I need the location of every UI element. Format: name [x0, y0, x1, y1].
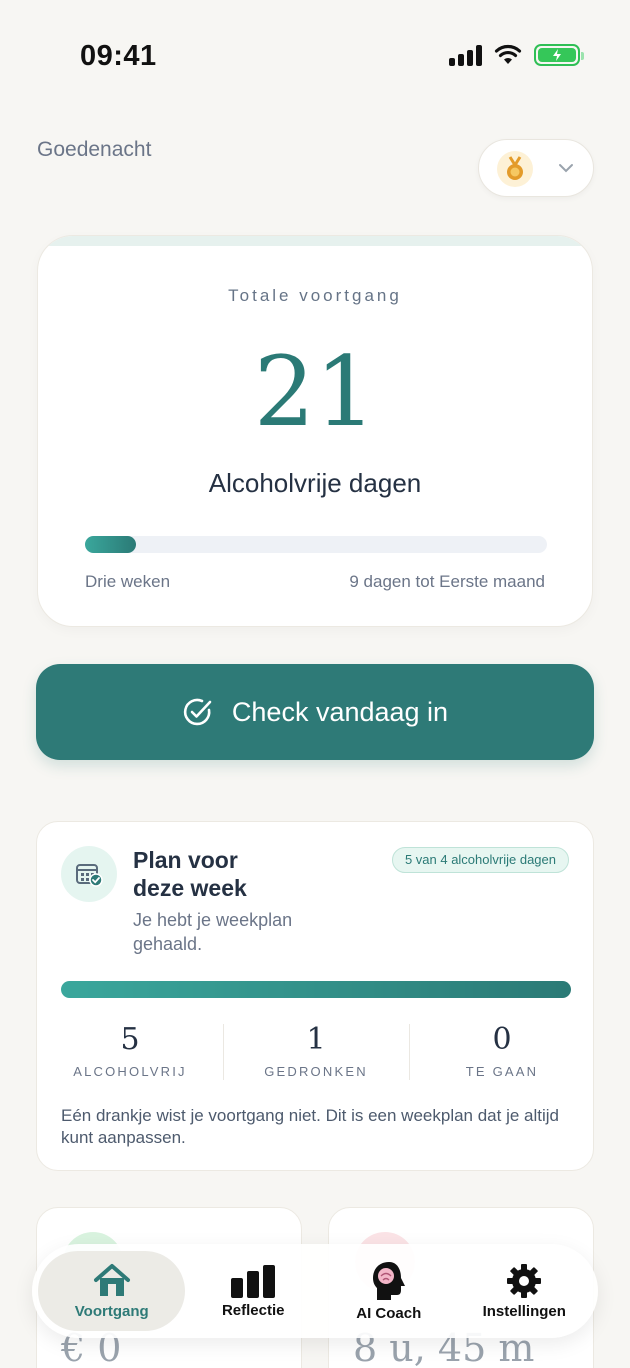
stat-drunk: 1 GEDRONKEN	[223, 1022, 409, 1082]
progress-kicker: Totale voortgang	[228, 286, 402, 305]
tab-instellingen[interactable]: Instellingen	[457, 1251, 593, 1331]
medal-icon	[497, 151, 533, 187]
plan-note: Eén drankje wist je voortgang niet. Dit …	[61, 1106, 560, 1147]
wifi-icon	[494, 44, 522, 64]
chevron-down-icon	[559, 164, 573, 173]
cellular-signal-icon	[449, 44, 482, 66]
milestone-medal-button[interactable]	[478, 139, 594, 197]
calendar-check-icon	[61, 846, 117, 902]
plan-progress-bar	[61, 981, 571, 998]
tab-label: Instellingen	[482, 1302, 566, 1320]
tab-voortgang[interactable]: Voortgang	[38, 1251, 186, 1331]
gear-icon	[507, 1263, 542, 1298]
status-time: 09:41	[80, 40, 157, 72]
stat-label: GEDRONKEN	[264, 1064, 368, 1079]
current-milestone: Drie weken	[85, 572, 171, 591]
stat-value: 1	[306, 1022, 326, 1057]
check-in-today-button[interactable]: Check vandaag in	[36, 664, 594, 760]
milestone-progress-fill	[85, 536, 136, 553]
bar-chart-icon	[231, 1264, 276, 1298]
plan-subtitle: Je hebt je weekplan gehaald.	[133, 910, 293, 954]
stat-label: TE GAAN	[465, 1064, 539, 1079]
alcohol-free-days-label: Alcoholvrije dagen	[208, 468, 422, 498]
home-icon	[93, 1263, 130, 1296]
tab-label: Voortgang	[74, 1302, 149, 1320]
status-bar: 09:41	[0, 0, 630, 110]
status-icons	[449, 44, 584, 66]
bottom-tab-bar: Voortgang Reflectie AI Coach Instellinge…	[32, 1244, 598, 1338]
battery-charging-icon	[534, 44, 584, 66]
tab-ai-coach[interactable]: AI Coach	[321, 1251, 457, 1331]
greeting-text: Goedenacht	[37, 138, 152, 161]
tab-label: AI Coach	[356, 1304, 422, 1322]
next-milestone: 9 dagen tot Eerste maand	[349, 572, 545, 591]
tab-label: Reflectie	[221, 1301, 285, 1319]
stat-remaining: 0 TE GAAN	[409, 1022, 595, 1082]
stat-value: 0	[492, 1022, 512, 1057]
weekly-plan-card[interactable]: Plan voor deze week Je hebt je weekplan …	[36, 821, 594, 1171]
plan-title: Plan voor deze week	[133, 847, 247, 901]
milestone-progress-bar	[85, 536, 547, 553]
alcohol-free-days-count: 21	[253, 336, 377, 448]
plan-stats: 5 ALCOHOLVRIJ 1 GEDRONKEN 0 TE GAAN	[37, 1022, 595, 1082]
stat-alcohol-free: 5 ALCOHOLVRIJ	[37, 1022, 223, 1082]
check-in-icon	[183, 698, 212, 726]
plan-status-badge: 5 van 4 alcoholvrije dagen	[391, 847, 569, 873]
stat-label: ALCOHOLVRIJ	[73, 1064, 187, 1079]
stat-value: 5	[120, 1022, 140, 1057]
tab-reflectie[interactable]: Reflectie	[185, 1251, 321, 1331]
total-progress-card: Totale voortgang 21 Alcoholvrije dagen D…	[37, 235, 593, 627]
brain-head-icon	[372, 1261, 405, 1300]
check-in-label: Check vandaag in	[231, 696, 449, 727]
